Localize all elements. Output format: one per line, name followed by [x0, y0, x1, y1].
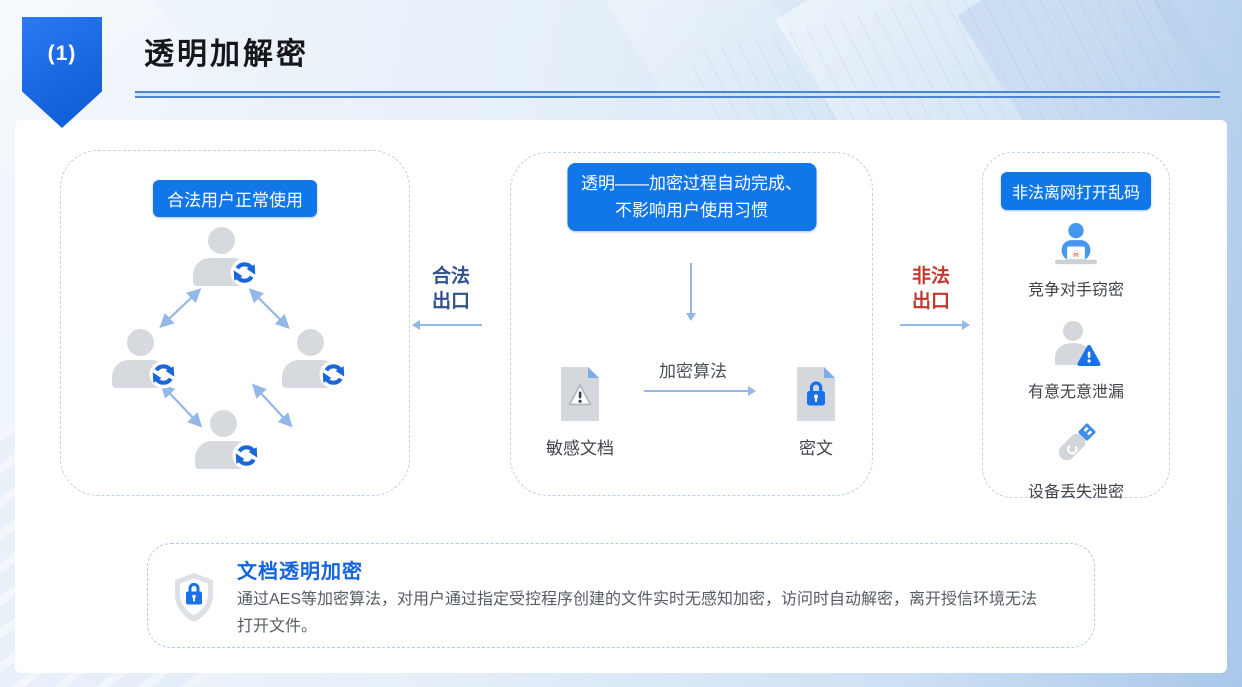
threat-item: ☠ 竞争对手窃密 — [1028, 222, 1124, 300]
down-arrow — [690, 263, 692, 313]
threat-caption: 设备丢失泄密 — [1028, 478, 1124, 502]
threat-item: 设备丢失泄密 — [1028, 418, 1124, 502]
legal-exit-arrow — [420, 324, 482, 326]
sync-icon — [232, 441, 261, 470]
section-number-ribbon: (1) — [22, 17, 102, 128]
threat-caption: 竞争对手窃密 — [1028, 276, 1124, 300]
illegal-open-label: 非法离网打开乱码 — [1001, 172, 1151, 210]
sensitive-document-caption: 敏感文档 — [523, 434, 637, 459]
title-divider — [135, 91, 1220, 98]
illegal-exit-arrow — [900, 324, 962, 326]
transparent-encryption-label: 透明——加密过程自动完成、 不影响用户使用习惯 — [567, 163, 816, 231]
summary-box: 文档透明加密 通过AES等加密算法，对用户通过指定受控程序创建的文件实时无感知加… — [147, 543, 1095, 648]
sync-icon — [230, 258, 259, 287]
encryption-algorithm-label: 加密算法 — [633, 357, 753, 382]
legal-users-panel: 合法用户正常使用 — [60, 150, 410, 496]
user-icon — [210, 410, 237, 437]
user-icon — [297, 329, 324, 356]
user-sync-bottom — [195, 410, 261, 472]
person-warning-icon — [1050, 320, 1102, 373]
threat-caption: 有意无意泄漏 — [1028, 378, 1124, 402]
summary-body: 通过AES等加密算法，对用户通过指定受控程序创建的文件实时无感知加密，访问时自动… — [237, 586, 1043, 640]
user-icon — [127, 329, 154, 356]
hacker-laptop-icon: ☠ — [1052, 222, 1100, 271]
user-icon — [208, 227, 235, 254]
user-sync-right — [282, 329, 348, 391]
user-sync-left — [112, 329, 178, 391]
svg-text:☠: ☠ — [1072, 250, 1080, 260]
usb-drive-icon — [1051, 418, 1101, 473]
user-sync-top — [193, 227, 259, 289]
page-title: 透明加解密 — [144, 29, 309, 73]
transparent-encryption-panel: 透明——加密过程自动完成、 不影响用户使用习惯 加密算法 敏感文档 — [510, 152, 873, 496]
summary-title: 文档透明加密 — [237, 555, 363, 584]
illegal-open-panel: 非法离网打开乱码 ☠ 竞争对手窃密 — [982, 152, 1170, 498]
encryption-arrow — [644, 390, 748, 392]
cipher-document-icon — [794, 366, 838, 422]
legal-exit-label: 合法 出口 — [416, 264, 486, 314]
sensitive-document-icon — [558, 366, 602, 422]
section-number: (1) — [48, 42, 77, 128]
threat-item: 有意无意泄漏 — [1028, 320, 1124, 402]
cipher-caption: 密文 — [759, 434, 873, 459]
illegal-exit-label: 非法 出口 — [896, 264, 966, 314]
slide: (1) 透明加解密 合法用户正常使用 — [0, 0, 1242, 687]
shield-lock-icon — [172, 572, 216, 624]
sync-icon — [149, 360, 178, 389]
sync-icon — [319, 360, 348, 389]
